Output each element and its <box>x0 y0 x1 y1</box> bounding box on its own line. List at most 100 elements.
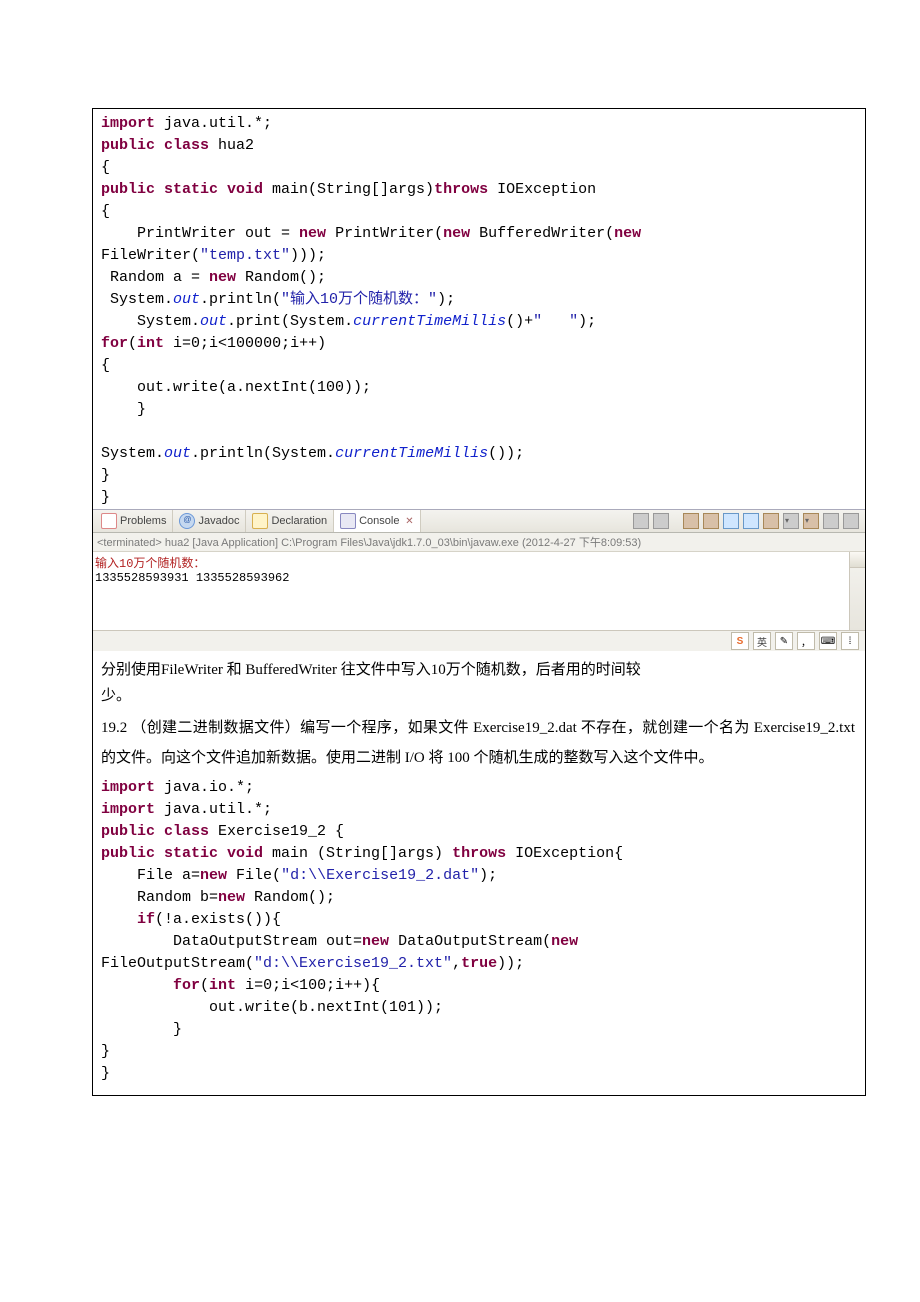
txt: File a= <box>101 867 200 884</box>
document-page: import java.util.*; public class hua2 { … <box>92 108 866 1096</box>
txt: Random(); <box>245 889 335 906</box>
txt: { <box>101 159 110 176</box>
em: out <box>200 313 227 330</box>
ime-keyboard-icon[interactable]: ⌨ <box>819 632 837 650</box>
open-console-icon[interactable] <box>763 513 779 529</box>
kw: public class <box>101 823 209 840</box>
view-tabbar: Problems @ Javadoc Declaration Console ✕ <box>93 510 865 533</box>
txt: ()+ <box>506 313 533 330</box>
tab-console[interactable]: Console ✕ <box>334 510 421 532</box>
txt: } <box>101 489 110 506</box>
kw: import <box>101 115 155 132</box>
tab-declaration[interactable]: Declaration <box>246 510 334 532</box>
str: "d:\\Exercise19_2.txt" <box>254 955 452 972</box>
kw: for <box>101 335 128 352</box>
txt: System. <box>101 445 164 462</box>
console-line: 1335528593931 1335528593962 <box>95 571 863 585</box>
txt: ( <box>200 977 209 994</box>
txt: Random b= <box>101 889 218 906</box>
ime-comma-icon[interactable]: ， <box>797 632 815 650</box>
remove-all-icon[interactable] <box>653 513 669 529</box>
txt: ); <box>479 867 497 884</box>
remove-launch-icon[interactable] <box>633 513 649 529</box>
console-icon <box>340 513 356 529</box>
txt: IOException <box>488 181 596 198</box>
kw: new <box>614 225 641 242</box>
kw: if <box>137 911 155 928</box>
terminated-status: <terminated> hua2 [Java Application] C:\… <box>93 533 865 552</box>
kw: throws <box>434 181 488 198</box>
txt: java.util.*; <box>155 115 272 132</box>
console-line: 输入10万个随机数： <box>95 554 863 571</box>
min-view-icon[interactable] <box>823 513 839 529</box>
kw: public class <box>101 137 209 154</box>
pin-console-icon[interactable] <box>723 513 739 529</box>
ime-menu-icon[interactable]: ⁞ <box>841 632 859 650</box>
sogou-icon[interactable]: S <box>731 632 749 650</box>
txt: Random(); <box>236 269 326 286</box>
txt: Random a = <box>101 269 209 286</box>
str: "d:\\Exercise19_2.dat" <box>281 867 479 884</box>
kw: new <box>551 933 578 950</box>
max-view-icon[interactable] <box>843 513 859 529</box>
txt: { <box>101 357 110 374</box>
txt: System. <box>101 313 200 330</box>
txt: , <box>452 955 461 972</box>
problems-icon <box>101 513 117 529</box>
em: out <box>173 291 200 308</box>
scroll-lock-icon[interactable] <box>683 513 699 529</box>
txt: main (String[]args) <box>263 845 452 862</box>
text: 分别使用FileWriter 和 BufferedWriter 往文件中写入10… <box>101 662 641 678</box>
txt: .print(System. <box>227 313 353 330</box>
text: 少。 <box>101 688 131 704</box>
kw: new <box>200 867 227 884</box>
txt: ))); <box>290 247 326 264</box>
txt: IOException{ <box>506 845 623 862</box>
tab-label: Console <box>359 515 399 527</box>
txt: i=0;i<100;i++){ <box>236 977 380 994</box>
console-drop-icon[interactable] <box>783 513 799 529</box>
txt: ); <box>437 291 455 308</box>
txt: } <box>101 1043 110 1060</box>
kw: true <box>461 955 497 972</box>
exercise-19-2: 19.2 （创建二进制数据文件）编写一个程序，如果文件 Exercise19_2… <box>93 709 865 775</box>
ime-lang[interactable]: 英 <box>753 632 771 650</box>
txt: System. <box>101 291 173 308</box>
em: currentTimeMillis <box>353 313 506 330</box>
txt: main(String[]args) <box>263 181 434 198</box>
display-console-icon[interactable] <box>743 513 759 529</box>
str: " " <box>533 313 578 330</box>
code-block-2: import java.io.*; import java.util.*; pu… <box>93 775 865 1095</box>
clear-console-icon[interactable] <box>703 513 719 529</box>
txt: FileWriter( <box>101 247 200 264</box>
kw: new <box>362 933 389 950</box>
txt: out.write(b.nextInt(101)); <box>101 999 443 1016</box>
tab-javadoc[interactable]: @ Javadoc <box>173 510 246 532</box>
javadoc-icon: @ <box>179 513 195 529</box>
kw: new <box>299 225 326 242</box>
kw: public static void <box>101 845 263 862</box>
txt <box>101 977 173 994</box>
kw: import <box>101 779 155 796</box>
ime-punct-icon[interactable]: ✎ <box>775 632 793 650</box>
txt: (!a.exists()){ <box>155 911 281 928</box>
txt: hua2 <box>209 137 254 154</box>
kw: throws <box>452 845 506 862</box>
em: out <box>164 445 191 462</box>
scrollbar[interactable] <box>849 552 865 630</box>
txt: Exercise19_2 { <box>209 823 344 840</box>
txt: out.write(a.nextInt(100)); <box>101 379 371 396</box>
txt: PrintWriter( <box>326 225 443 242</box>
txt: } <box>101 467 110 484</box>
txt: File( <box>227 867 281 884</box>
txt: ()); <box>488 445 524 462</box>
console-output: 输入10万个随机数： 1335528593931 1335528593962 <box>93 552 865 630</box>
tab-problems[interactable]: Problems <box>95 510 173 532</box>
kw: new <box>443 225 470 242</box>
txt: )); <box>497 955 524 972</box>
txt: } <box>101 401 146 418</box>
new-console-icon[interactable] <box>803 513 819 529</box>
txt: ); <box>578 313 596 330</box>
str: "temp.txt" <box>200 247 290 264</box>
close-icon[interactable]: ✕ <box>402 516 413 527</box>
